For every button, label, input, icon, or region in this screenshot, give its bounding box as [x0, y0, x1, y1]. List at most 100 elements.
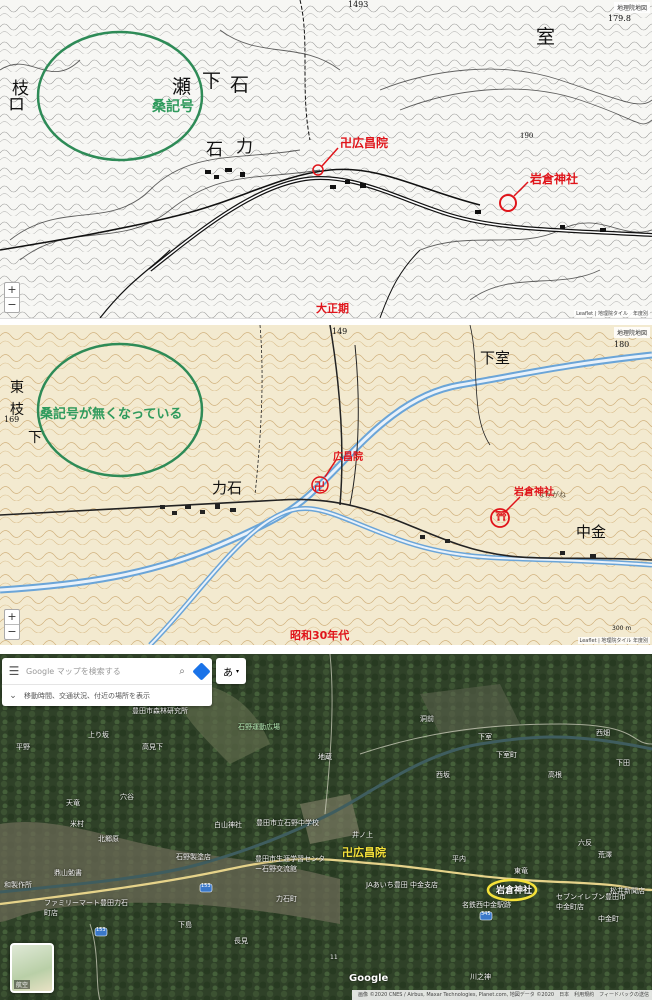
google-logo: Google: [349, 973, 389, 984]
place-label[interactable]: 豊田市生涯学習センター石野交流館: [255, 854, 325, 874]
place-label[interactable]: 白山神社: [214, 820, 242, 830]
showa-map-panel[interactable]: 地理院地図 149 180 169 下室 力石 中金 東 枝 下 なかがね 桑記…: [0, 325, 652, 645]
place-label: 下室: [478, 733, 492, 741]
place-char: 力: [236, 137, 253, 157]
place-label: 平内: [452, 855, 466, 863]
zoom-out-button[interactable]: −: [5, 297, 19, 312]
place-label: 下田: [616, 759, 630, 767]
place-char: 室: [536, 26, 556, 48]
place-label[interactable]: 石野製塗店: [176, 852, 211, 862]
layer-label: 航空: [14, 980, 31, 989]
place-label: 荒澤: [598, 851, 612, 859]
place-label: 下室: [480, 349, 511, 367]
place-label[interactable]: JAあいち豊田 中金支店: [366, 880, 438, 890]
place-label: 西畑: [596, 729, 610, 737]
place-label: 東: [10, 380, 24, 396]
map-source-box: 地理院地図: [613, 327, 650, 338]
layer-toggle-button[interactable]: 航空: [10, 943, 54, 993]
google-map-panel[interactable]: 豊田市森林研究所 石野運動広場 上り坂 高見下 平野 西畑 洞前 下室 地蔵 下…: [0, 654, 652, 1000]
google-attribution[interactable]: 画像 ©2020 CNES / Airbus, Maxar Technologi…: [352, 990, 652, 1000]
place-label: 六反: [578, 839, 592, 847]
height-mark: 1493: [348, 0, 369, 9]
place-label[interactable]: 松井新聞店: [610, 886, 645, 896]
temple-symbol: 卍: [314, 480, 325, 493]
mulberry-symbol-label: 桑記号: [152, 99, 194, 115]
search-input[interactable]: Google マップを検索する: [26, 666, 174, 677]
route-shield: 153: [96, 927, 106, 933]
mulberry-gone-label: 桑記号が無くなっている: [40, 407, 183, 422]
place-label[interactable]: 名鉄西中金駅跡: [462, 900, 511, 910]
place-char: 石: [230, 74, 250, 96]
zoom-in-button[interactable]: +: [5, 283, 19, 297]
shrine-label: 岩倉神社: [530, 172, 579, 186]
ime-toggle-button[interactable]: あ ▾: [216, 658, 246, 684]
place-label: 地蔵: [318, 753, 332, 761]
taisho-map-panel[interactable]: 地理院地図 1493 179.8 190 瀬 下 石 枝 石 力 室 ロ 桑記号…: [0, 0, 652, 319]
place-label: 長見: [234, 937, 248, 945]
place-label: 洞前: [420, 715, 434, 723]
explore-text: 移動時間、交通状況、付近の場所を表示: [24, 692, 150, 700]
place-label: 西坂: [436, 771, 450, 779]
shrine-label[interactable]: 岩倉神社: [496, 883, 532, 896]
place-label: 中金: [576, 523, 607, 541]
height-mark: 149: [332, 327, 348, 336]
place-label[interactable]: 豊田市森林研究所: [132, 706, 188, 716]
height-mark: 179.8: [608, 14, 631, 23]
place-label: 平野: [16, 743, 30, 751]
place-char: 瀬: [172, 76, 192, 98]
scale-bar: 300 m: [612, 625, 632, 632]
place-label[interactable]: ファミリーマート豊田力石町店: [44, 898, 134, 918]
search-panel: ☰ Google マップを検索する ⌕ ⌄ 移動時間、交通状況、付近の場所を表示: [2, 658, 212, 706]
place-label: 中金町: [598, 915, 619, 923]
map-source-box: 地理院地図: [613, 2, 650, 13]
map-attribution[interactable]: Leaflet | 地理院タイル 年度別: [574, 310, 650, 317]
place-label: 東竜: [514, 867, 528, 875]
place-label[interactable]: 和製作所: [4, 880, 32, 890]
temple-label: 卍広昌院: [342, 846, 386, 859]
explore-toggle[interactable]: ⌄ 移動時間、交通状況、付近の場所を表示: [2, 685, 212, 707]
place-label: 下島: [178, 921, 192, 929]
menu-icon[interactable]: ☰: [2, 664, 26, 678]
place-label: 川之神: [470, 973, 491, 981]
place-label: 力石: [212, 479, 243, 497]
shrine-symbol: ⛩: [495, 511, 508, 522]
place-label[interactable]: 豊田市立石野中学校: [256, 818, 319, 828]
era-label: 昭和30年代: [290, 629, 350, 642]
zoom-control: + −: [4, 609, 20, 640]
place-label[interactable]: 鼎山勉書: [54, 868, 82, 878]
temple-label: 広昌院: [333, 452, 363, 463]
place-label: 上り坂: [88, 731, 109, 739]
place-char: 石: [206, 140, 223, 160]
shrine-label: 岩倉神社: [514, 487, 554, 498]
chevron-down-icon: ⌄: [9, 691, 17, 701]
zoom-out-button[interactable]: −: [5, 624, 19, 639]
search-icon[interactable]: ⌕: [174, 666, 190, 677]
place-label: 下: [28, 430, 42, 446]
place-label: 下室町: [496, 751, 517, 759]
zoom-control: + −: [4, 282, 20, 313]
directions-icon[interactable]: [190, 661, 212, 681]
route-shield: 345: [481, 911, 491, 917]
route-shield: 153: [201, 883, 211, 889]
place-label: 天竜: [66, 799, 80, 807]
ime-label: あ: [222, 667, 233, 679]
place-char: 下: [202, 70, 222, 92]
place-label: 井ノ上: [352, 831, 373, 839]
place-label[interactable]: 石野運動広場: [238, 722, 280, 732]
route-shield: 11: [330, 954, 338, 961]
temple-label: 卍広昌院: [340, 136, 389, 150]
zoom-in-button[interactable]: +: [5, 610, 19, 624]
place-label: 北郷原: [98, 835, 119, 843]
place-label[interactable]: 米村: [70, 819, 84, 829]
place-label: 穴谷: [120, 793, 134, 801]
showa-map-canvas: [0, 325, 652, 645]
place-label: 枝: [10, 402, 24, 418]
place-label: 高根: [548, 771, 562, 779]
era-label: 大正期: [316, 302, 349, 315]
place-label: 高見下: [142, 743, 163, 751]
map-attribution[interactable]: Leaflet | 地理院タイル 年度別: [577, 637, 650, 644]
height-mark: 190: [520, 132, 534, 140]
height-mark: 180: [614, 340, 630, 349]
place-char: ロ: [8, 95, 25, 115]
place-label: 力石町: [276, 895, 297, 903]
